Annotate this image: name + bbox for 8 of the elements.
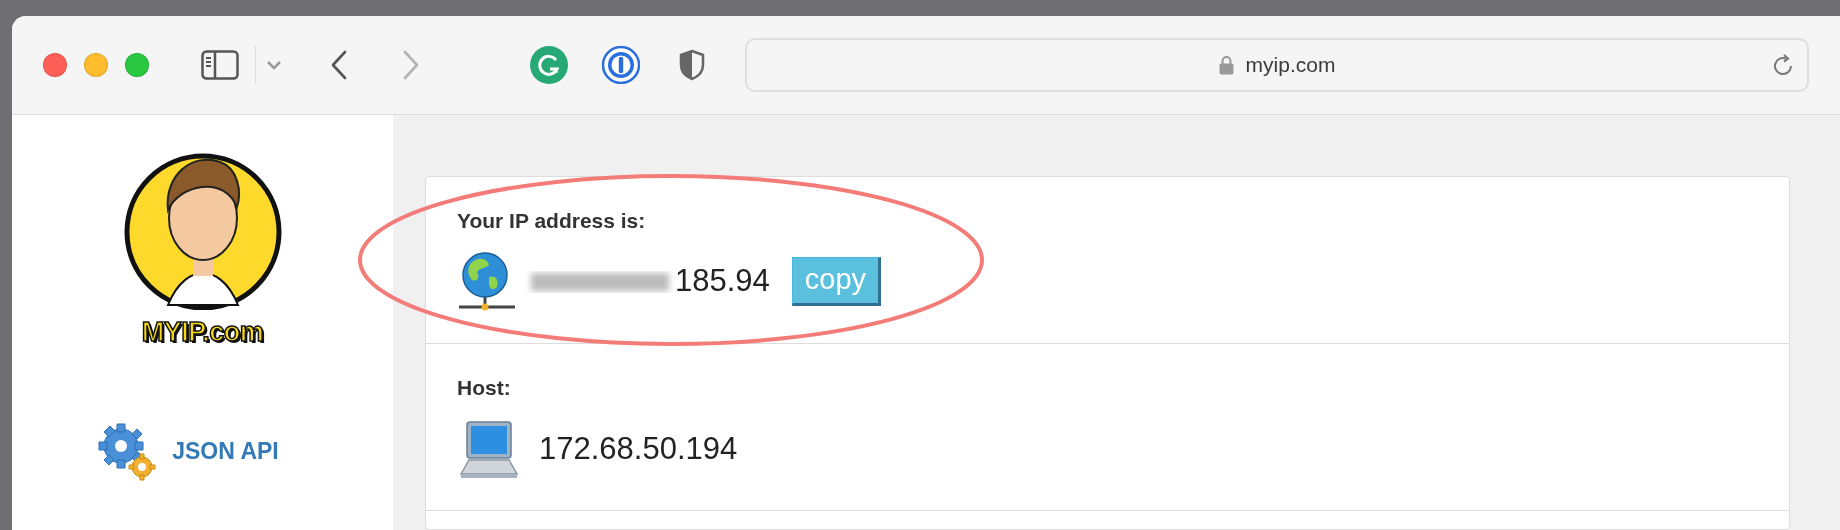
ip-address: 185.94 (675, 262, 770, 301)
address-bar[interactable]: myip.com (745, 38, 1809, 92)
logo-text: MYIP.com (141, 316, 264, 349)
host-address: 172.68.50.194 (539, 430, 738, 469)
url-text: myip.com (1245, 52, 1336, 79)
field-label: Host: (457, 375, 512, 401)
api-link[interactable]: JSON API (96, 420, 279, 483)
field-label: Your IP address is: (457, 208, 647, 234)
